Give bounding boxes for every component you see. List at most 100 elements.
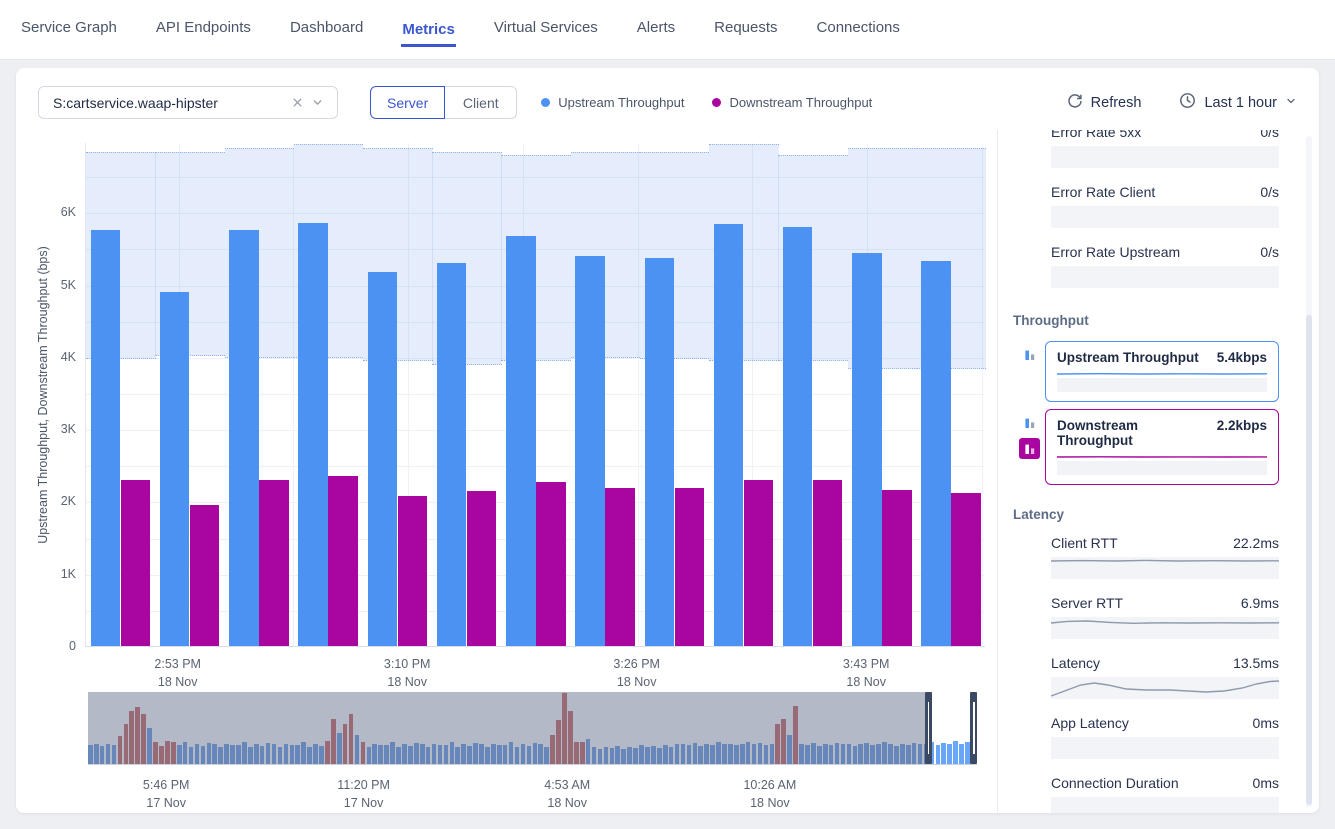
bar-upstream-9[interactable] xyxy=(714,224,744,646)
metric-value: 0/s xyxy=(1260,130,1279,140)
metric-row-server-rtt[interactable]: Server RTT6.9ms xyxy=(1051,595,1279,639)
time-range-select[interactable]: Last 1 hour xyxy=(1179,92,1297,113)
metric-label: Error Rate Client xyxy=(1051,184,1155,200)
bar-downstream-2[interactable] xyxy=(259,480,289,646)
bar-downstream-1[interactable] xyxy=(190,505,220,646)
tab-service-graph[interactable]: Service Graph xyxy=(20,11,118,48)
bar-chart-icon[interactable] xyxy=(1019,412,1040,433)
y-tick-label: 5K xyxy=(18,278,76,292)
bar-downstream-5[interactable] xyxy=(467,491,497,646)
brush-tick-label: 4:53 AM18 Nov xyxy=(522,776,612,812)
metrics-side-panel: Error Rate 5xx0/sError Rate Client0/sErr… xyxy=(997,130,1319,813)
metric-row-connection-duration[interactable]: Connection Duration0ms xyxy=(1051,775,1279,813)
legend-item-downstream-throughput[interactable]: Downstream Throughput xyxy=(712,95,872,110)
metric-row-app-latency[interactable]: App Latency0ms xyxy=(1051,715,1279,759)
chevron-down-icon xyxy=(1285,95,1297,111)
tab-requests[interactable]: Requests xyxy=(713,11,778,48)
metric-row-error-rate-upstream[interactable]: Error Rate Upstream0/s xyxy=(1051,244,1279,288)
throughput-bar-chart[interactable] xyxy=(85,143,985,647)
metric-sparkline-strip xyxy=(1051,266,1279,288)
metric-sparkline-strip xyxy=(1051,617,1279,639)
tab-alerts[interactable]: Alerts xyxy=(636,11,676,48)
bar-upstream-4[interactable] xyxy=(368,272,398,646)
tab-metrics[interactable]: Metrics xyxy=(401,13,456,47)
panel-scrollbar-thumb[interactable] xyxy=(1306,315,1312,805)
bar-chart-icon[interactable] xyxy=(1019,344,1040,365)
refresh-icon xyxy=(1067,93,1083,113)
y-tick-label: 6K xyxy=(18,205,76,219)
bar-chart-icon[interactable] xyxy=(1019,438,1040,459)
clock-icon xyxy=(1179,92,1196,113)
bar-downstream-3[interactable] xyxy=(328,476,358,646)
metrics-card: S:cartservice.waap-hipster Server Client… xyxy=(16,68,1319,813)
metric-value: 0/s xyxy=(1260,184,1279,200)
side-panel-content: Error Rate 5xx0/sError Rate Client0/sErr… xyxy=(998,130,1319,813)
metric-sparkline-strip xyxy=(1051,146,1279,168)
metric-sparkline-strip xyxy=(1051,206,1279,228)
bar-upstream-12[interactable] xyxy=(921,261,951,646)
refresh-label: Refresh xyxy=(1091,95,1142,111)
clear-icon[interactable] xyxy=(287,93,307,113)
x-tick-label: 3:10 PM18 Nov xyxy=(362,655,452,691)
metric-label: App Latency xyxy=(1051,715,1129,731)
metric-row-error-rate-client[interactable]: Error Rate Client 0/s xyxy=(1051,184,1279,228)
metric-label: Upstream Throughput xyxy=(1057,350,1199,365)
bar-upstream-0[interactable] xyxy=(91,230,121,646)
bar-upstream-8[interactable] xyxy=(645,258,675,646)
bar-upstream-7[interactable] xyxy=(575,256,605,647)
legend-dot xyxy=(541,98,550,107)
metric-label: Error Rate 5xx xyxy=(1051,130,1141,140)
bar-downstream-0[interactable] xyxy=(121,480,151,646)
sparkline xyxy=(1057,454,1267,461)
brush-tick-label: 11:20 PM17 Nov xyxy=(319,776,409,812)
bar-upstream-3[interactable] xyxy=(298,223,328,646)
tab-api-endpoints[interactable]: API Endpoints xyxy=(155,11,252,48)
metric-value: 5.4kbps xyxy=(1217,350,1267,365)
metric-row-error-rate-5xx[interactable]: Error Rate 5xx 0/s xyxy=(1051,130,1279,168)
chevron-down-icon[interactable] xyxy=(307,93,327,113)
metric-label: Server RTT xyxy=(1051,595,1123,611)
bar-downstream-8[interactable] xyxy=(675,488,705,646)
brush-handle-right[interactable] xyxy=(970,692,977,764)
bar-upstream-10[interactable] xyxy=(783,227,813,646)
legend-label: Downstream Throughput xyxy=(729,95,872,110)
metric-value: 2.2kbps xyxy=(1217,418,1267,448)
metric-row-client-rtt[interactable]: Client RTT22.2ms xyxy=(1051,535,1279,579)
refresh-button[interactable]: Refresh xyxy=(1067,93,1142,113)
client-toggle-button[interactable]: Client xyxy=(445,86,517,119)
tab-dashboard[interactable]: Dashboard xyxy=(289,11,364,48)
bar-upstream-6[interactable] xyxy=(506,236,536,646)
bar-upstream-11[interactable] xyxy=(852,253,882,646)
tab-virtual-services[interactable]: Virtual Services xyxy=(493,11,599,48)
bar-downstream-9[interactable] xyxy=(744,480,774,646)
y-tick-label: 4K xyxy=(18,350,76,364)
server-toggle-button[interactable]: Server xyxy=(370,86,445,119)
metric-card-upstream-throughput[interactable]: Upstream Throughput 5.4kbps xyxy=(1045,341,1279,402)
metric-label: Connection Duration xyxy=(1051,775,1179,791)
legend-label: Upstream Throughput xyxy=(558,95,684,110)
bar-downstream-6[interactable] xyxy=(536,482,566,646)
bar-downstream-11[interactable] xyxy=(882,490,912,646)
metric-row-latency[interactable]: Latency13.5ms xyxy=(1051,655,1279,699)
section-header-latency: Latency xyxy=(1013,507,1279,522)
legend-item-upstream-throughput[interactable]: Upstream Throughput xyxy=(541,95,684,110)
bar-downstream-4[interactable] xyxy=(398,496,428,646)
bar-upstream-5[interactable] xyxy=(437,263,467,646)
service-select[interactable]: S:cartservice.waap-hipster xyxy=(38,86,338,119)
brush-overlay[interactable] xyxy=(88,692,925,764)
tab-connections[interactable]: Connections xyxy=(816,11,901,48)
metric-sparkline-strip xyxy=(1051,677,1279,699)
brush-bar xyxy=(959,744,964,764)
metric-value: 22.2ms xyxy=(1233,535,1279,551)
bar-downstream-12[interactable] xyxy=(951,493,981,646)
bar-upstream-2[interactable] xyxy=(229,230,259,646)
bar-downstream-10[interactable] xyxy=(813,480,843,646)
bar-upstream-1[interactable] xyxy=(160,292,190,646)
toolbar-right: Refresh Last 1 hour xyxy=(1067,92,1297,113)
legend-dot xyxy=(712,98,721,107)
brush-handle-left[interactable] xyxy=(925,692,932,764)
sparkline xyxy=(1051,677,1279,699)
metric-card-downstream-throughput[interactable]: Downstream Throughput2.2kbps xyxy=(1045,409,1279,485)
bar-downstream-7[interactable] xyxy=(605,488,635,646)
time-brush[interactable] xyxy=(88,692,977,765)
